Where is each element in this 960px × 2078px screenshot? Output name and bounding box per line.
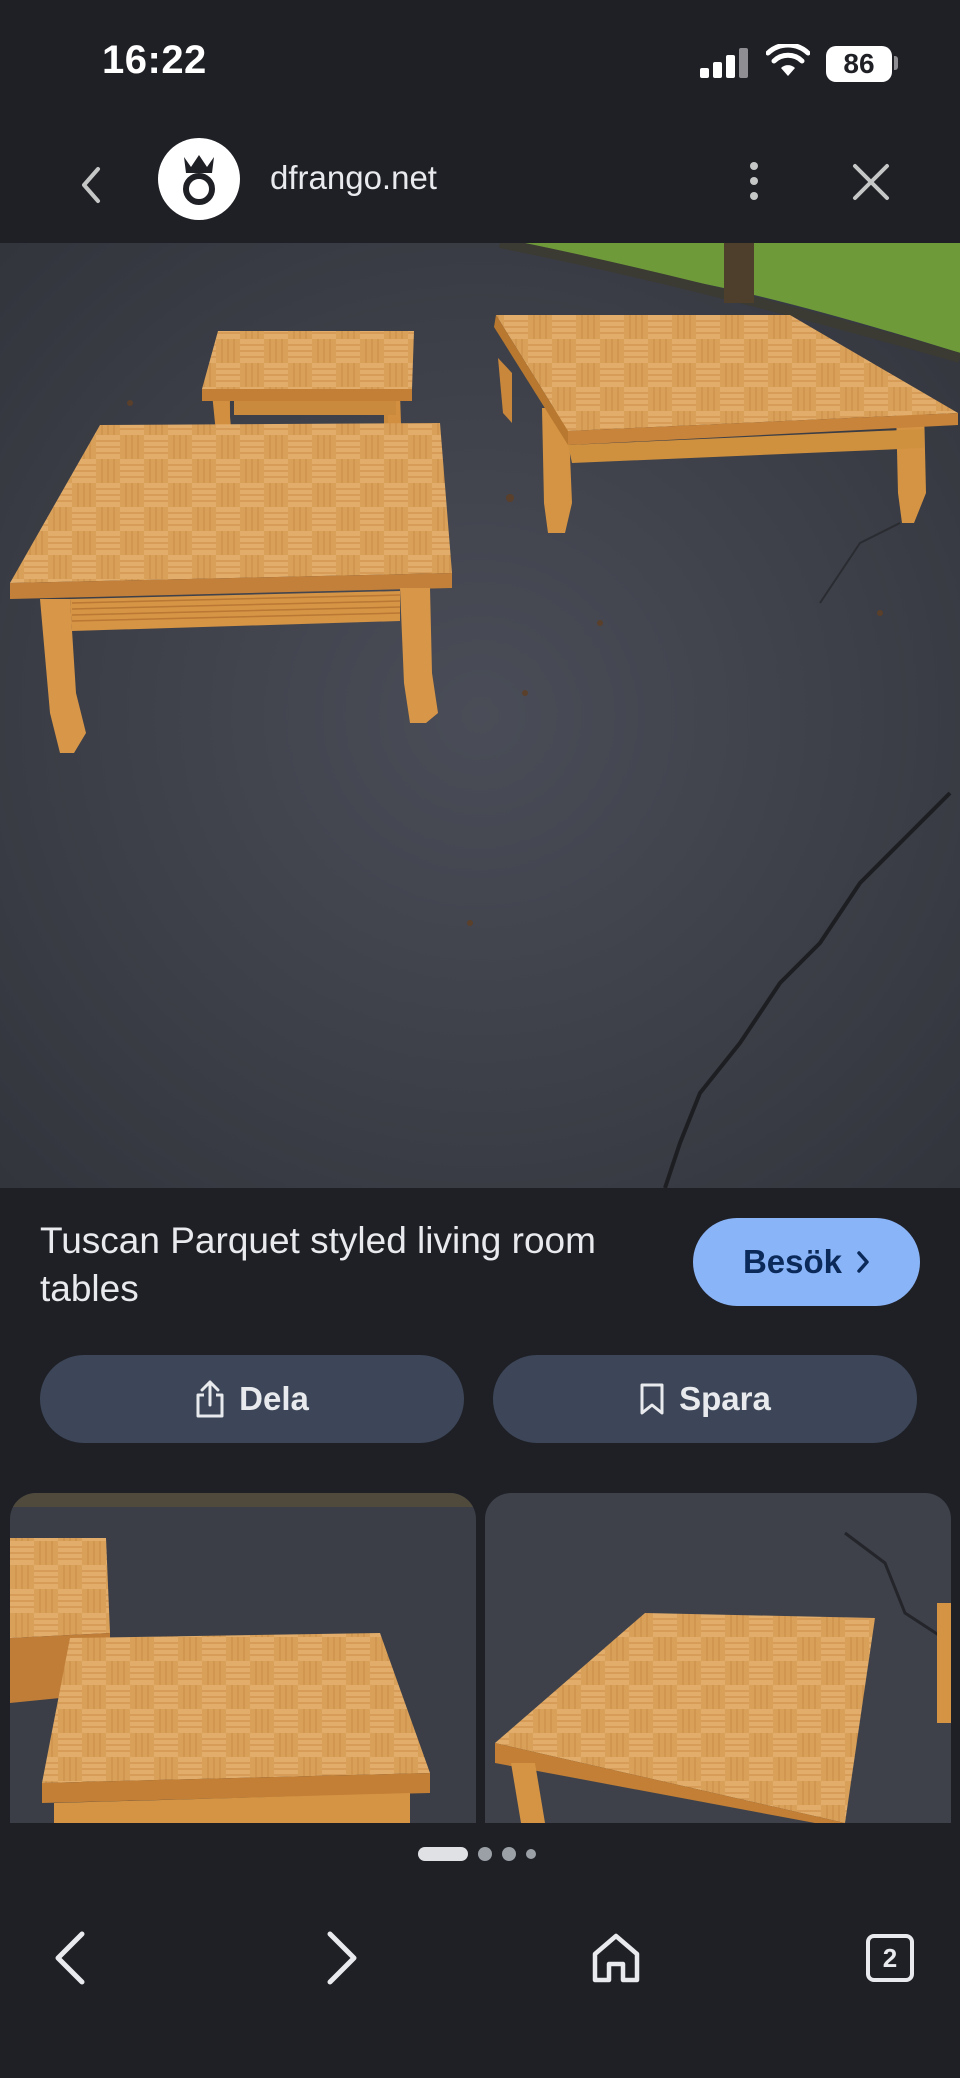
site-name[interactable]: dfrango.net xyxy=(270,159,437,197)
tables-photo xyxy=(0,243,960,1188)
chevron-left-icon xyxy=(82,167,100,203)
site-logo-icon xyxy=(183,155,215,205)
share-label: Dela xyxy=(239,1380,309,1417)
battery-tip xyxy=(894,56,898,70)
share-icon xyxy=(196,1380,224,1418)
browser-toolbar: 2 xyxy=(0,1888,960,2078)
page-dot-active xyxy=(418,1847,468,1861)
page-dot xyxy=(526,1849,536,1859)
browser-forward-button[interactable] xyxy=(302,1918,382,1998)
status-bar: 16:22 86 xyxy=(0,0,960,125)
close-button[interactable] xyxy=(846,157,896,207)
site-logo xyxy=(158,138,240,220)
home-icon xyxy=(592,1933,640,1983)
visit-label: Besök xyxy=(742,1243,843,1280)
thumbnail-photo-2 xyxy=(485,1493,951,1823)
more-vert-icon xyxy=(750,162,758,170)
forward-arrow-icon xyxy=(327,1931,357,1985)
main-image[interactable] xyxy=(0,243,960,1188)
bookmark-icon xyxy=(640,1383,664,1415)
carousel-page-indicator xyxy=(418,1846,536,1862)
related-image-2[interactable] xyxy=(485,1493,951,1823)
related-image-1[interactable] xyxy=(10,1493,476,1823)
page-dot xyxy=(478,1847,492,1861)
back-button[interactable] xyxy=(70,160,110,210)
save-label: Spara xyxy=(679,1380,771,1417)
wifi-icon xyxy=(766,44,810,76)
browser-back-button[interactable] xyxy=(30,1918,110,1998)
status-time: 16:22 xyxy=(102,38,207,82)
more-options-button[interactable] xyxy=(736,153,772,209)
thumbnail-photo-1 xyxy=(10,1493,476,1823)
battery-indicator: 86 xyxy=(826,46,892,82)
close-icon xyxy=(853,164,889,200)
save-button[interactable]: Spara xyxy=(493,1355,917,1443)
share-button[interactable]: Dela xyxy=(40,1355,464,1443)
tabs-button[interactable]: 2 xyxy=(850,1918,930,1998)
site-header: dfrango.net xyxy=(0,125,960,243)
result-title: Tuscan Parquet styled living room tables xyxy=(40,1220,596,1309)
visit-button[interactable]: Besök xyxy=(693,1218,920,1306)
back-arrow-icon xyxy=(55,1931,85,1985)
chevron-right-icon xyxy=(857,1251,869,1273)
home-button[interactable] xyxy=(576,1918,656,1998)
tabs-icon: 2 xyxy=(866,1934,914,1982)
cellular-signal-icon xyxy=(700,48,750,78)
page-dot xyxy=(502,1847,516,1861)
